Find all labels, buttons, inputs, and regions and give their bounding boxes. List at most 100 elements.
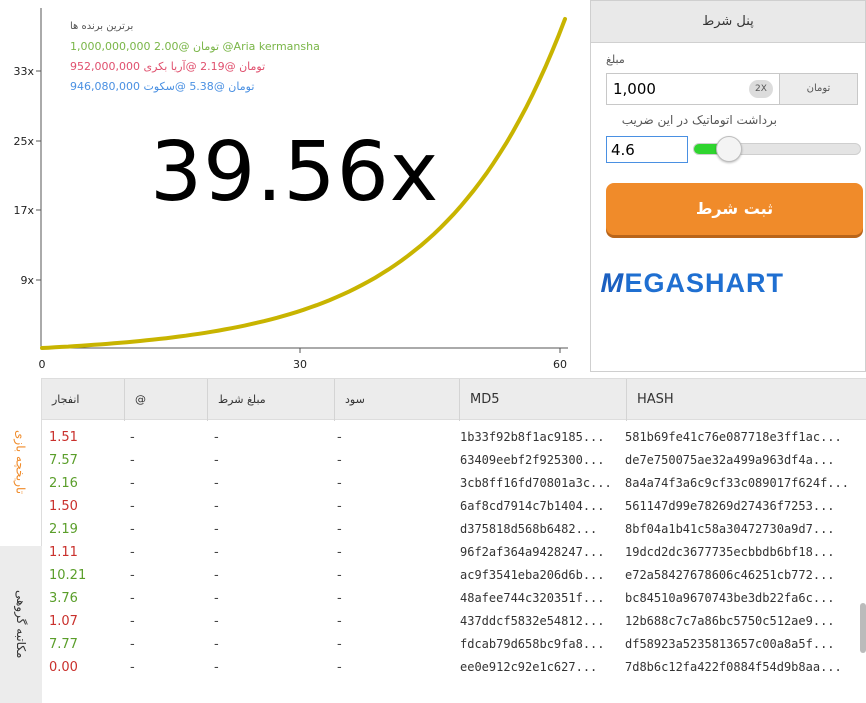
profit-value: - xyxy=(337,660,342,675)
at-value: - xyxy=(130,476,135,491)
header-at[interactable]: @ xyxy=(125,379,208,421)
top-winners-list: برترین برنده ها 1,000,000,000 تومان @2.0… xyxy=(70,17,370,97)
crash-value: 1.50 xyxy=(49,499,78,514)
x-tick-label: 30 xyxy=(293,358,307,371)
md5-value: 6af8cd7914c7b1404... xyxy=(460,499,605,513)
md5-value: 3cb8ff16fd70801a3c... xyxy=(460,476,612,490)
hash-value: 581b69fe41c76e087718e3ff1ac... xyxy=(625,430,842,444)
tab-group-chat-label: مکاتبه گروهی xyxy=(14,590,28,659)
crash-value: 0.00 xyxy=(49,660,78,675)
table-row[interactable]: 0.00 - - - ee0e912c92e1c627... 7d8b6c12fa422f… xyxy=(42,656,866,679)
hash-value: bc84510a9670743be3db22fa6c... xyxy=(625,591,835,605)
at-value: - xyxy=(130,545,135,560)
md5-value: 1b33f92b8f1ac9185... xyxy=(460,430,605,444)
md5-value: 63409eebf2f925300... xyxy=(460,453,605,467)
tab-group-chat[interactable]: مکاتبه گروهی xyxy=(0,546,42,703)
x-tick-group: 0 30 60 xyxy=(39,348,567,371)
table-row[interactable]: 3.76 - - - 48afee744c320351f... bc84510a96707… xyxy=(42,587,866,610)
profit-value: - xyxy=(337,568,342,583)
hash-value: 8bf04a1b41c58a30472730a9d7... xyxy=(625,522,835,536)
header-bet-amount[interactable]: مبلغ شرط xyxy=(208,379,335,421)
at-value: - xyxy=(130,499,135,514)
hash-value: de7e750075ae32a499a963df4a... xyxy=(625,453,835,467)
crash-value: 1.11 xyxy=(49,545,78,560)
table-rows: 1.51 - - - 1b33f92b8f1ac9185... 581b69fe41c76… xyxy=(42,426,866,679)
table-row[interactable]: 1.51 - - - 1b33f92b8f1ac9185... 581b69fe41c76… xyxy=(42,426,866,449)
at-value: - xyxy=(130,591,135,606)
y-tick-label: 33x xyxy=(13,65,34,78)
table-row[interactable]: 1.11 - - - 96f2af364a9428247... 19dcd2dc36777… xyxy=(42,541,866,564)
hash-value: e72a58427678606c46251cb772... xyxy=(625,568,835,582)
header-hash[interactable]: HASH xyxy=(627,379,866,421)
profit-value: - xyxy=(337,453,342,468)
crash-value: 1.07 xyxy=(49,614,78,629)
tab-game-history[interactable]: تاریخچه بازی xyxy=(0,378,42,546)
amount-field-group: 2X تومان xyxy=(606,73,858,105)
y-tick-label: 17x xyxy=(13,204,34,217)
top-winner-entry: 946,080,000 تومان @5.38 @سکوت xyxy=(70,80,255,93)
bet-amount-value: - xyxy=(214,545,219,560)
hash-value: 8a4a74f3a6c9cf33c089017f624f... xyxy=(625,476,849,490)
bet-amount-value: - xyxy=(214,568,219,583)
table-row[interactable]: 10.21 - - - ac9f3541eba206d6b... e72a58427678… xyxy=(42,564,866,587)
tab-game-history-label: تاریخچه بازی xyxy=(13,429,28,495)
crash-value: 7.77 xyxy=(49,637,78,652)
at-value: - xyxy=(130,568,135,583)
megashart-logo: MEGASHART xyxy=(598,265,861,301)
at-value: - xyxy=(130,453,135,468)
crash-value: 2.16 xyxy=(49,476,78,491)
double-amount-button[interactable]: 2X xyxy=(749,80,773,98)
bet-amount-value: - xyxy=(214,614,219,629)
y-tick-label: 25x xyxy=(13,135,34,148)
md5-value: ee0e912c92e1c627... xyxy=(460,660,598,674)
bet-amount-value: - xyxy=(214,499,219,514)
header-md5[interactable]: MD5 xyxy=(460,379,627,421)
x-tick-label: 0 xyxy=(39,358,46,371)
profit-value: - xyxy=(337,614,342,629)
header-crash[interactable]: انفجار xyxy=(42,379,125,421)
table-row[interactable]: 2.19 - - - d375818d568b6482... 8bf04a1b41c58a… xyxy=(42,518,866,541)
bet-amount-value: - xyxy=(214,637,219,652)
profit-value: - xyxy=(337,476,342,491)
table-header: انفجار @ مبلغ شرط سود MD5 HASH xyxy=(42,378,866,421)
hash-value: 12b688c7c7a86bc5750c512ae9... xyxy=(625,614,835,628)
top-winner-entry: 1,000,000,000 تومان @2.00 @Aria kermansh… xyxy=(70,40,320,53)
table-row[interactable]: 7.77 - - - fdcab79d658bc9fa8... df58923a52358… xyxy=(42,633,866,656)
current-multiplier: 39.56x xyxy=(150,125,440,220)
hash-value: 7d8b6c12fa422f0884f54d9b8aa... xyxy=(625,660,842,674)
y-tick-label: 9x xyxy=(20,274,34,287)
crash-value: 1.51 xyxy=(49,430,78,445)
table-row[interactable]: 7.57 - - - 63409eebf2f925300... de7e750075ae3… xyxy=(42,449,866,472)
top-winner-entry: 952,000,000 تومان @2.19 @آریا بکری xyxy=(70,60,266,73)
md5-value: fdcab79d658bc9fa8... xyxy=(460,637,605,651)
at-value: - xyxy=(130,660,135,675)
table-row[interactable]: 1.50 - - - 6af8cd7914c7b1404... 561147d99e782… xyxy=(42,495,866,518)
auto-cashout-input[interactable] xyxy=(606,136,688,163)
slider-thumb[interactable] xyxy=(716,136,742,162)
auto-cashout-label: برداشت اتوماتیک در این ضریب xyxy=(621,113,777,127)
profit-value: - xyxy=(337,430,342,445)
md5-value: 48afee744c320351f... xyxy=(460,591,605,605)
crash-chart: 9x 17x 25x 33x 0 30 60 برترین برنده ها 1… xyxy=(0,0,590,378)
header-profit[interactable]: سود xyxy=(335,379,460,421)
table-row[interactable]: 2.16 - - - 3cb8ff16fd70801a3c... 8a4a74f3a6c9… xyxy=(42,472,866,495)
hash-value: 561147d99e78269d27436f7253... xyxy=(625,499,835,513)
place-bet-button[interactable]: ثبت شرط xyxy=(606,183,863,235)
table-scrollbar[interactable] xyxy=(860,603,866,653)
at-value: - xyxy=(130,637,135,652)
at-value: - xyxy=(130,522,135,537)
table-row[interactable]: 1.07 - - - 437ddcf5832e54812... 12b688c7c7a86… xyxy=(42,610,866,633)
y-tick-group: 9x 17x 25x 33x xyxy=(13,65,41,287)
bet-panel: پنل شرط مبلغ 2X تومان برداشت اتوماتیک در… xyxy=(590,0,866,372)
currency-button[interactable]: تومان xyxy=(779,74,857,104)
crash-value: 2.19 xyxy=(49,522,78,537)
history-table: انفجار @ مبلغ شرط سود MD5 HASH 1.51 - - - 1b… xyxy=(42,378,866,703)
side-tabs: تاریخچه بازی مکاتبه گروهی xyxy=(0,378,42,703)
at-value: - xyxy=(130,614,135,629)
crash-value: 7.57 xyxy=(49,453,78,468)
at-value: - xyxy=(130,430,135,445)
bet-amount-value: - xyxy=(214,430,219,445)
logo-text: EGASHART xyxy=(624,268,785,298)
profit-value: - xyxy=(337,637,342,652)
crash-value: 3.76 xyxy=(49,591,78,606)
